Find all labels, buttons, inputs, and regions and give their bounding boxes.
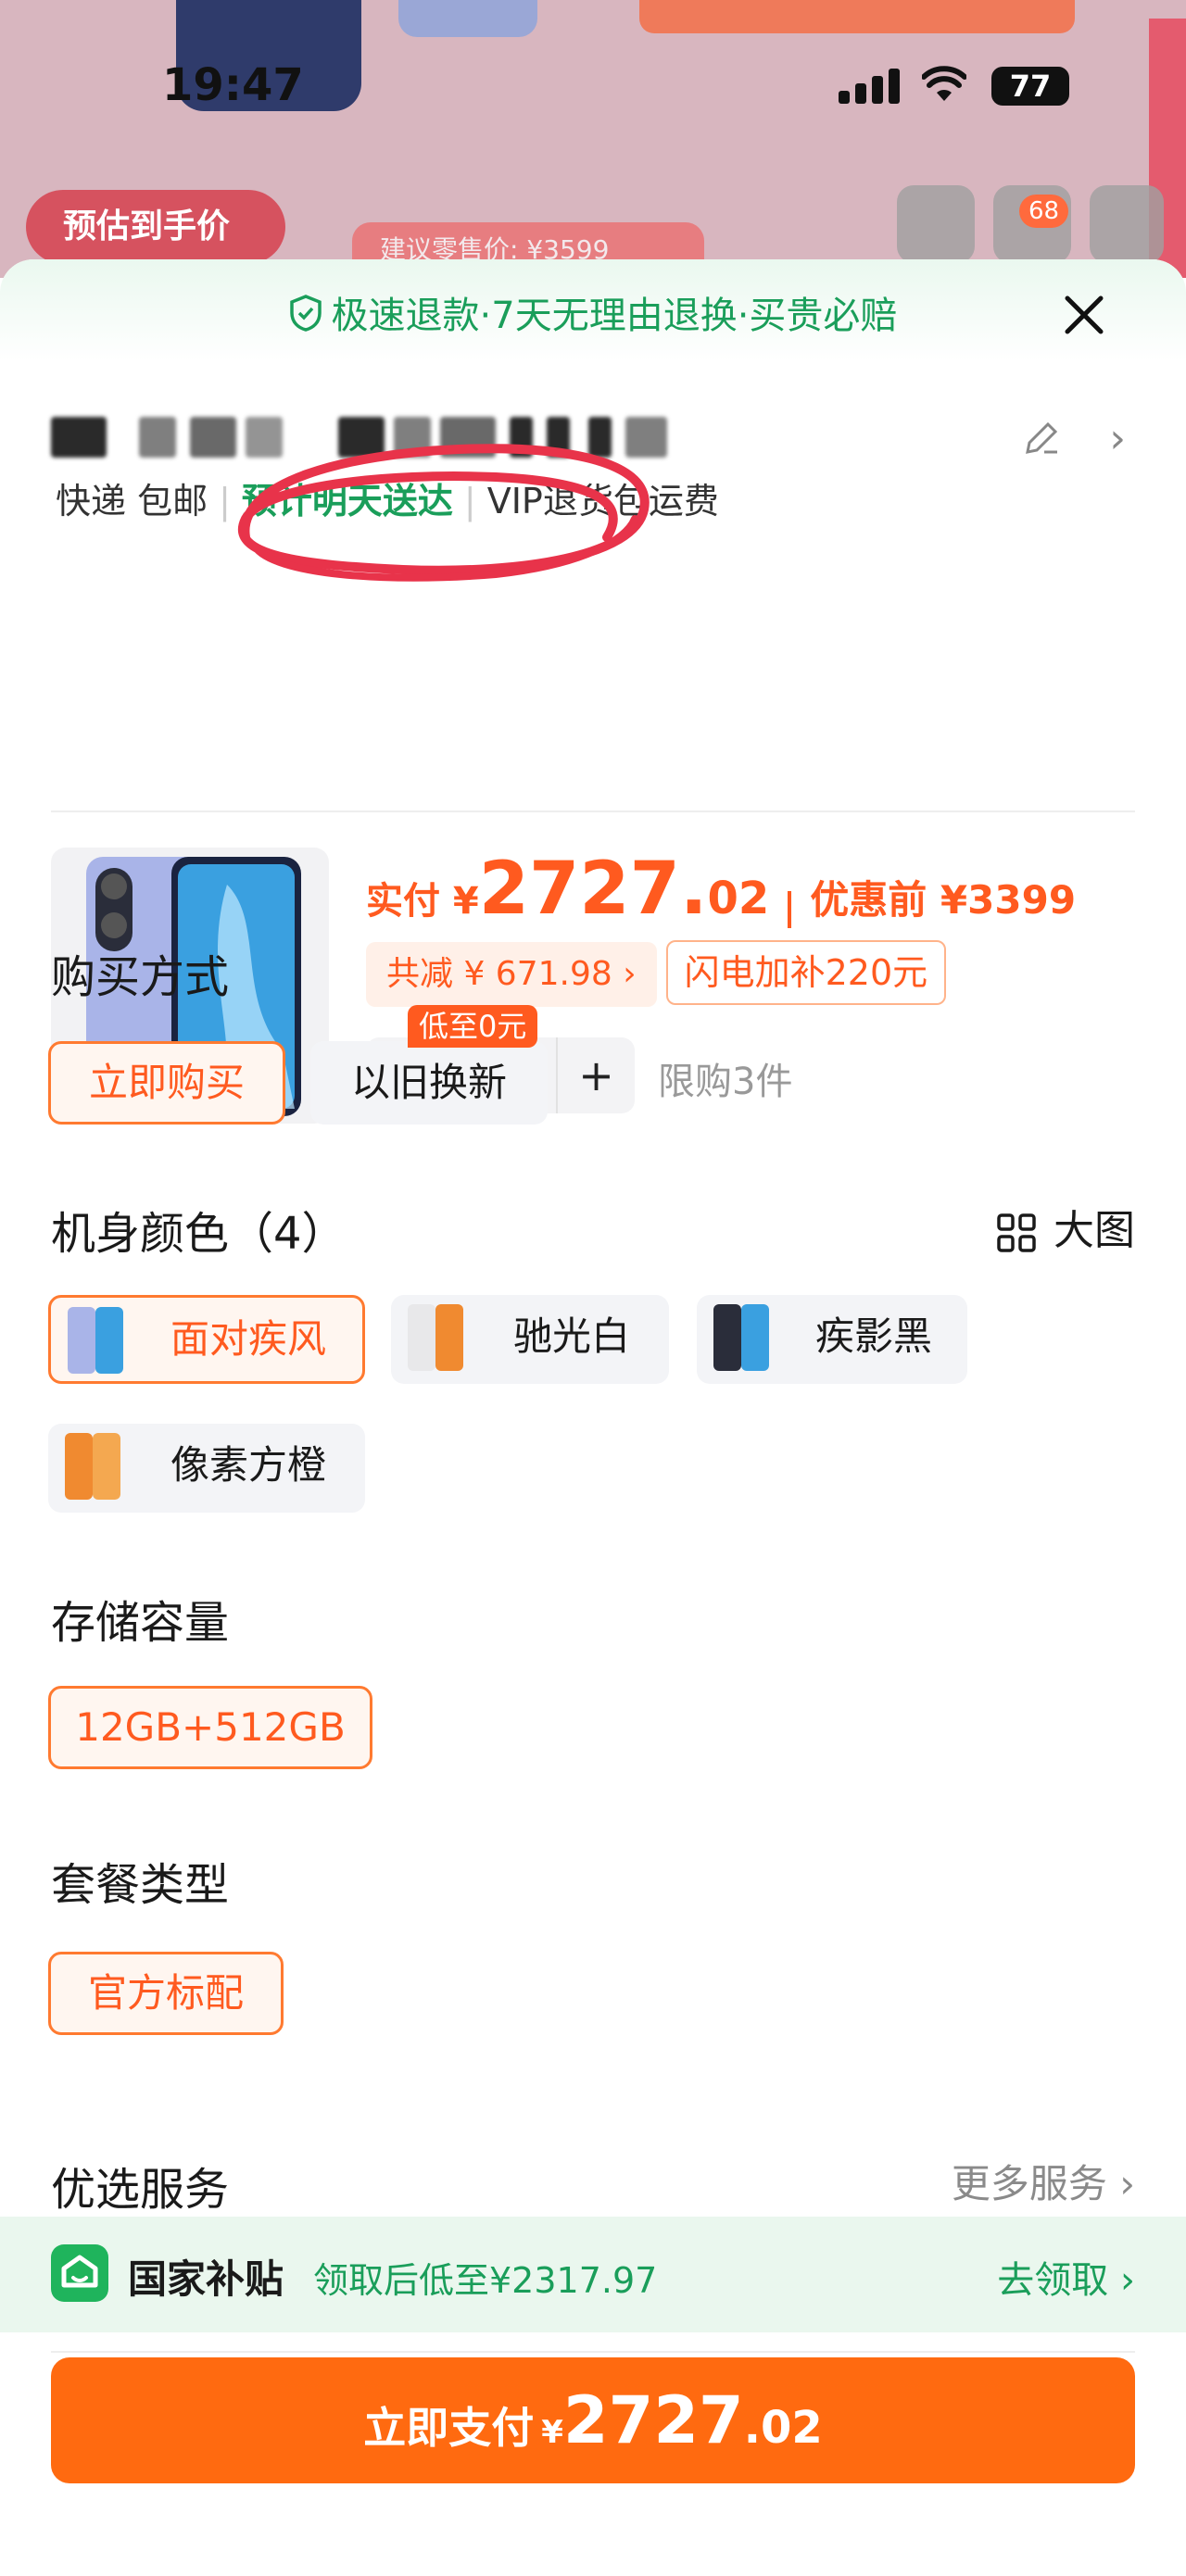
pay-button-decimal: .02 <box>743 2402 823 2454</box>
grid-icon <box>996 1213 1037 1253</box>
subsidy-description: 领取后低至¥2317.97 <box>313 2260 658 2301</box>
pre-discount-price: 优惠前 ¥3399 <box>810 877 1077 923</box>
guarantee-text: 极速退款·7天无理由退换·买贵必赔 <box>331 295 898 337</box>
close-icon <box>1065 295 1104 334</box>
background-phone-image-2 <box>398 0 537 37</box>
more-icon <box>1090 185 1164 263</box>
express-text: 快递 包邮 <box>56 481 208 521</box>
signal-icon <box>839 67 903 104</box>
national-subsidy-bar[interactable]: 国家补贴 领取后低至¥2317.97 去领取 › <box>0 2217 1186 2332</box>
pay-price: 实付 ¥2727.02 优惠前 ¥3399 <box>366 848 1076 931</box>
divider <box>51 2351 1135 2353</box>
battery-icon: 77 <box>991 67 1069 106</box>
pay-button-currency: ¥ <box>541 2414 563 2451</box>
color-title: 机身颜色（4） <box>51 1208 347 1260</box>
color-thumbnail <box>59 1429 126 1503</box>
color-label: 驰光白 <box>512 1313 630 1359</box>
address-redacted <box>51 408 672 463</box>
status-time: 19:47 <box>162 59 304 111</box>
cart-badge: 68 <box>1019 195 1069 228</box>
guarantee-banner: 极速退款·7天无理由退换·买贵必赔 <box>0 285 1186 341</box>
color-option-3[interactable]: 疾影黑 <box>697 1295 967 1384</box>
subsidy-logo-icon <box>51 2244 108 2302</box>
pay-button-label: 立即支付 <box>363 2403 535 2453</box>
color-label: 疾影黑 <box>814 1313 932 1359</box>
option-buy-now[interactable]: 立即购买 <box>48 1041 285 1125</box>
delivery-estimate: 预计明天送达 <box>241 481 453 521</box>
divider <box>51 810 1135 812</box>
pay-now-button[interactable]: 立即支付 ¥2727.02 <box>51 2357 1135 2483</box>
pay-label: 实付 ¥ <box>366 880 479 923</box>
storage-title: 存储容量 <box>51 1597 230 1649</box>
edit-icon[interactable] <box>1020 419 1061 459</box>
color-option-1[interactable]: 面对疾风 <box>48 1295 365 1384</box>
color-label: 面对疾风 <box>170 1316 326 1362</box>
background-page: 预估到手价 建议零售价: ¥3599 68 19:47 77 <box>0 0 1186 278</box>
vip-return-text: VIP退货包运费 <box>486 481 719 521</box>
purchase-limit: 限购3件 <box>658 1061 793 1103</box>
pay-price-integer: 2727. <box>478 848 708 931</box>
share-icon <box>897 185 975 263</box>
flash-subsidy-tag: 闪电加补220元 <box>665 940 947 1005</box>
more-services-link[interactable]: 更多服务 › <box>952 2153 1135 2209</box>
shipping-info: 快递 包邮 | 预计明天送达 | VIP退货包运费 <box>56 481 719 521</box>
color-thumbnail <box>708 1301 775 1375</box>
services-title: 优选服务 <box>51 2164 230 2216</box>
package-title: 套餐类型 <box>51 1859 230 1911</box>
color-option-4[interactable]: 像素方橙 <box>48 1424 365 1513</box>
pay-price-decimal: 02 <box>707 873 770 924</box>
option-trade-in[interactable]: 以旧换新 <box>310 1041 548 1125</box>
color-option-2[interactable]: 驰光白 <box>391 1295 669 1384</box>
package-option[interactable]: 官方标配 <box>48 1952 284 2035</box>
big-view-toggle[interactable]: 大图 <box>996 1197 1135 1256</box>
close-button[interactable] <box>1056 287 1112 343</box>
purchase-method-title: 购买方式 <box>51 951 230 1003</box>
chevron-right-icon: › <box>1109 415 1126 462</box>
subsidy-name: 国家补贴 <box>128 2256 284 2302</box>
status-bar: 19:47 77 <box>0 46 1186 120</box>
storage-option[interactable]: 12GB+512GB <box>48 1686 372 1769</box>
color-thumbnail <box>402 1301 469 1375</box>
pay-button-integer: 2727 <box>562 2382 744 2458</box>
color-label: 像素方橙 <box>170 1442 326 1488</box>
background-price-pill: 预估到手价 <box>26 190 285 264</box>
big-view-label: 大图 <box>1054 1207 1135 1254</box>
claim-subsidy-link[interactable]: 去领取 › <box>997 2250 1135 2304</box>
total-discount-tag[interactable]: 共减 ¥ 671.98 › <box>366 942 657 1007</box>
shield-icon <box>289 295 322 341</box>
trade-in-badge: 低至0元 <box>408 1005 538 1048</box>
discount-tags: 共减 ¥ 671.98 › 闪电加补220元 <box>366 940 947 1007</box>
increase-button[interactable]: + <box>558 1037 635 1113</box>
purchase-sheet: 极速退款·7天无理由退换·买贵必赔 › 快递 包邮 | 预计明天送达 | VIP退货包运… <box>0 259 1186 2576</box>
color-thumbnail <box>62 1303 129 1377</box>
sheet-header: 极速退款·7天无理由退换·买贵必赔 <box>0 259 1186 361</box>
wifi-icon <box>921 63 967 113</box>
background-banner <box>639 0 1075 33</box>
